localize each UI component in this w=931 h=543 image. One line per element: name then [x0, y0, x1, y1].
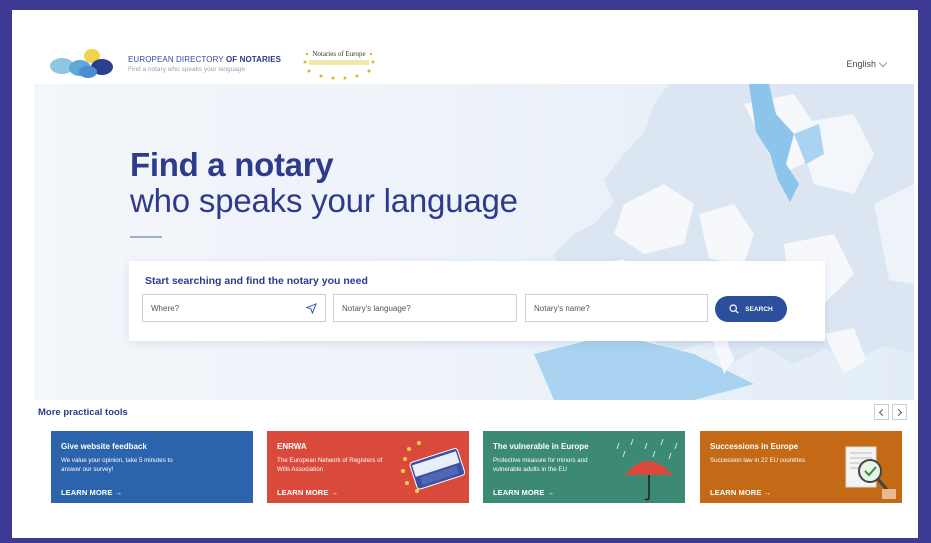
- search-heading: Start searching and find the notary you …: [145, 275, 368, 287]
- chevron-down-icon: [878, 58, 888, 67]
- language-label: English: [846, 59, 876, 69]
- document-magnifier-icon: [845, 446, 896, 499]
- stars-icon: [303, 52, 375, 80]
- card-description: We value your opinion, take 5 minutes to…: [61, 457, 173, 473]
- card-title: Successions in Europe: [710, 442, 799, 451]
- learn-more-link[interactable]: LEARN MORE →: [61, 488, 122, 497]
- carousel-next-button[interactable]: [892, 404, 907, 420]
- search-card: Start searching and find the notary you …: [129, 261, 825, 341]
- tools-heading: More practical tools: [38, 407, 128, 418]
- navigation-arrow-icon[interactable]: [306, 302, 317, 314]
- tool-card-enrwa[interactable]: ENRWA The European Network of Registers …: [267, 431, 469, 503]
- language-input[interactable]: Notary's language?: [333, 294, 517, 322]
- where-placeholder: Where?: [151, 303, 180, 313]
- hero-title: Find a notary: [130, 146, 334, 183]
- site-logo[interactable]: [48, 46, 130, 78]
- hero-section: Find a notary who speaks your language S…: [34, 84, 914, 400]
- europe-map-illustration: [534, 84, 914, 400]
- name-placeholder: Notary's name?: [534, 303, 590, 313]
- card-title: Give website feedback: [61, 442, 147, 451]
- hero-divider: [130, 236, 162, 238]
- tool-card-feedback[interactable]: Give website feedback We value your opin…: [51, 431, 253, 503]
- hero-subtitle: who speaks your language: [130, 182, 518, 219]
- chevron-right-icon: [894, 408, 903, 416]
- arert-sign-illustration: [401, 441, 466, 493]
- learn-more-link[interactable]: LEARN MORE →: [277, 488, 338, 497]
- tool-card-vulnerable[interactable]: The vulnerable in Europe Protective meas…: [483, 431, 685, 503]
- logo-text: EUROPEAN DIRECTORY OF NOTARIES Find a no…: [128, 55, 281, 73]
- search-button[interactable]: SEARCH: [715, 296, 787, 322]
- chevron-left-icon: [878, 408, 887, 416]
- carousel-prev-button[interactable]: [874, 404, 889, 420]
- site-header: EUROPEAN DIRECTORY OF NOTARIES Find a no…: [12, 10, 918, 84]
- umbrella-icon: [616, 438, 678, 501]
- language-placeholder: Notary's language?: [342, 303, 411, 313]
- name-input[interactable]: Notary's name?: [525, 294, 708, 322]
- card-description: Protective measure for minors and vulner…: [493, 457, 588, 473]
- where-input[interactable]: Where?: [142, 294, 326, 322]
- search-button-label: SEARCH: [745, 305, 773, 313]
- language-selector[interactable]: English: [846, 58, 888, 69]
- card-description: Succession law in 22 EU countries: [710, 457, 805, 464]
- magnifier-icon: [729, 304, 739, 314]
- logo-title: EUROPEAN DIRECTORY OF NOTARIES: [128, 55, 282, 64]
- tool-card-successions[interactable]: Successions in Europe Succession law in …: [700, 431, 902, 503]
- learn-more-link[interactable]: LEARN MORE →: [493, 488, 554, 497]
- card-title: ENRWA: [277, 442, 307, 451]
- browser-viewport: EUROPEAN DIRECTORY OF NOTARIES Find a no…: [12, 10, 918, 538]
- card-title: The vulnerable in Europe: [493, 442, 589, 451]
- logo-tagline: Find a notary who speaks your language: [128, 66, 246, 73]
- card-description: The European Network of Registers of Wil…: [277, 457, 383, 473]
- learn-more-link[interactable]: LEARN MORE →: [710, 488, 771, 497]
- partner-logo[interactable]: Notaries of Europe: [297, 48, 381, 82]
